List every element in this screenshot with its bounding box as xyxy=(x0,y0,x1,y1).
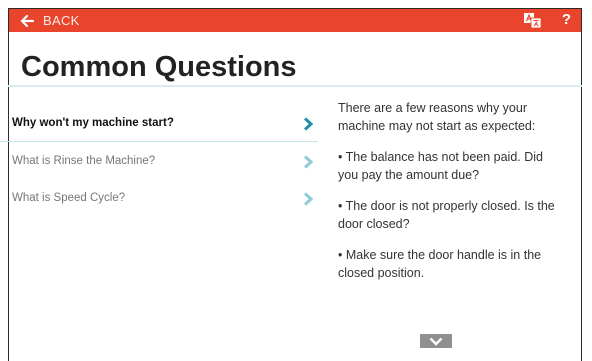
arrow-left-icon xyxy=(20,14,34,27)
scroll-down-button[interactable] xyxy=(420,334,452,348)
chevron-down-icon xyxy=(429,337,443,346)
help-icon[interactable]: ? xyxy=(562,11,571,28)
question-item-rinse-machine[interactable]: What is Rinse the Machine? xyxy=(0,142,318,179)
answer-point-balance: • The balance has not been paid. Did you… xyxy=(338,150,543,182)
question-label: Why won't my machine start? xyxy=(12,116,174,129)
question-label: What is Speed Cycle? xyxy=(12,191,126,204)
top-bar: BACK ? xyxy=(9,9,581,32)
answer-point-handle: • Make sure the door handle is in the cl… xyxy=(338,248,542,280)
answer-point-door: • The door is not properly closed. Is th… xyxy=(338,199,555,231)
question-item-machine-start[interactable]: Why won't my machine start? xyxy=(0,104,318,142)
page-title: Common Questions xyxy=(21,51,297,83)
question-list: Why won't my machine start? What is Rins… xyxy=(0,104,318,216)
question-item-speed-cycle[interactable]: What is Speed Cycle? xyxy=(0,179,318,216)
chevron-right-icon xyxy=(303,117,313,131)
chevron-right-icon xyxy=(303,155,313,169)
chevron-right-icon xyxy=(303,192,313,206)
answer-intro: There are a few reasons why your machine… xyxy=(338,101,536,133)
back-label: BACK xyxy=(43,13,80,28)
answer-panel: There are a few reasons why your machine… xyxy=(338,99,566,295)
question-label: What is Rinse the Machine? xyxy=(12,154,156,167)
back-button[interactable]: BACK xyxy=(20,13,80,28)
translate-icon[interactable] xyxy=(524,13,541,28)
title-divider xyxy=(8,85,582,87)
